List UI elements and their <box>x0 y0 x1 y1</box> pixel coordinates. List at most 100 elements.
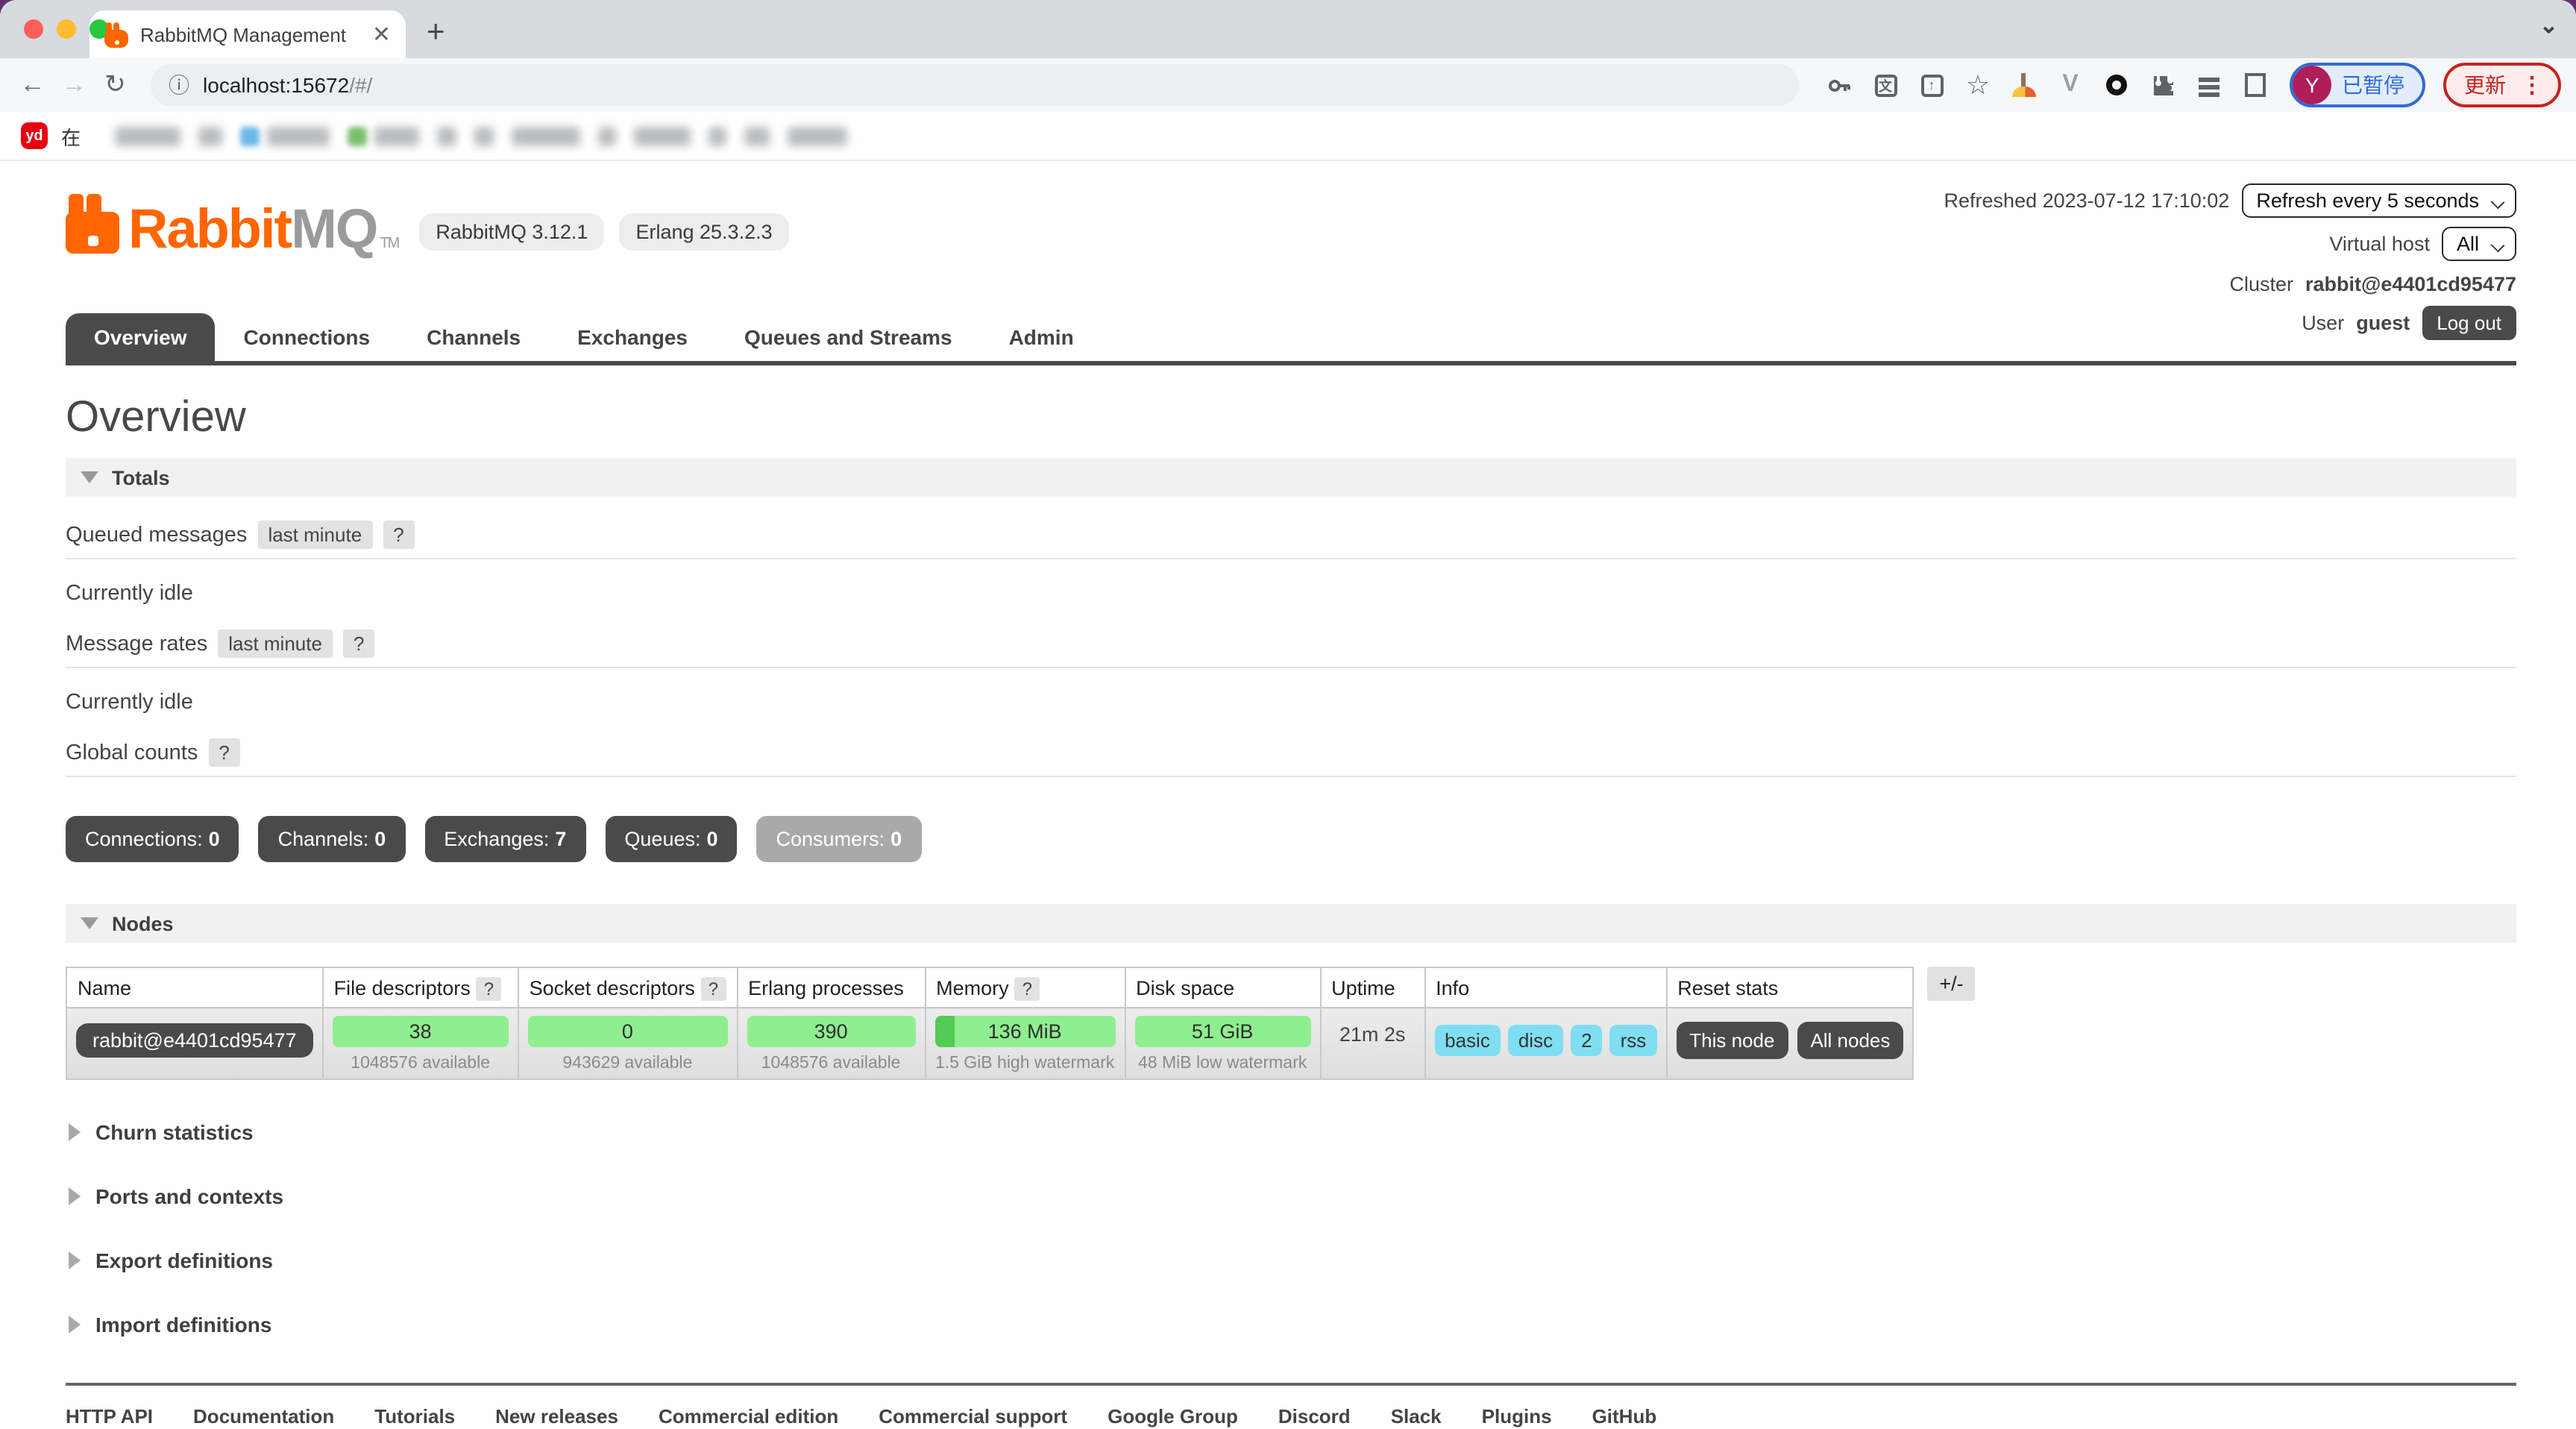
redacted-bookmark[interactable] <box>634 126 691 145</box>
help-icon[interactable]: ? <box>208 738 239 767</box>
close-window-icon[interactable] <box>24 19 43 39</box>
ring-extension-icon[interactable] <box>2103 72 2130 98</box>
tab-overview[interactable]: Overview <box>66 313 216 361</box>
help-icon[interactable]: ? <box>343 629 374 658</box>
redacted-bookmark[interactable] <box>437 126 456 145</box>
minimize-window-icon[interactable] <box>57 19 76 39</box>
tree-extension-icon[interactable] <box>2011 72 2038 98</box>
footer-link-commercial-support[interactable]: Commercial support <box>879 1405 1067 1428</box>
info-badge-basic[interactable]: basic <box>1434 1025 1501 1056</box>
tab-close-icon[interactable]: ✕ <box>372 21 391 48</box>
sync-paused-badge: 已暂停 <box>2342 70 2404 100</box>
bookmark-label[interactable]: 在 <box>61 122 81 150</box>
menu-dots-icon[interactable]: ⋮ <box>2521 72 2543 98</box>
queues-count-button[interactable]: Queues:0 <box>605 816 737 862</box>
info-badge-disc[interactable]: disc <box>1508 1025 1563 1056</box>
redacted-bookmark-label <box>788 126 847 145</box>
rabbitmq-logo[interactable]: RabbitMQTM <box>66 194 398 254</box>
footer-link-tutorials[interactable]: Tutorials <box>374 1405 455 1428</box>
share-icon[interactable]: ↑ <box>1918 72 1945 98</box>
tab-exchanges[interactable]: Exchanges <box>549 313 716 361</box>
footer-link-google-group[interactable]: Google Group <box>1108 1405 1238 1428</box>
playlist-extension-icon[interactable] <box>2196 72 2222 98</box>
col-info: Info <box>1424 967 1666 1008</box>
footer-link-documentation[interactable]: Documentation <box>193 1405 334 1428</box>
browser-tab[interactable]: RabbitMQ Management ✕ <box>89 10 406 58</box>
chevron-down-icon <box>2491 195 2505 209</box>
vue-devtools-extension-icon[interactable]: V <box>2057 72 2084 98</box>
rates-idle-status: Currently idle <box>66 691 2516 714</box>
bookmark-favicon <box>348 126 367 145</box>
expand-triangle-icon <box>69 1123 81 1141</box>
redacted-bookmark-label <box>709 126 726 145</box>
refresh-interval-select[interactable]: Refresh every 5 seconds <box>2241 183 2516 217</box>
redacted-bookmark[interactable] <box>788 126 847 145</box>
column-selector-button[interactable]: +/- <box>1927 967 1975 1001</box>
reset-this-node-button[interactable]: This node <box>1676 1022 1788 1059</box>
bookmark-star-icon[interactable]: ☆ <box>1964 72 1991 98</box>
tab-search-chevron-icon[interactable]: ⌄ <box>2539 12 2558 39</box>
ports-and-contexts-section[interactable]: Ports and contexts <box>69 1184 2516 1208</box>
address-bar[interactable]: ⓘ localhost:15672/#/ <box>151 64 1799 106</box>
redacted-bookmark[interactable] <box>744 126 770 145</box>
footer-link-github[interactable]: GitHub <box>1592 1405 1657 1428</box>
nodes-section-header[interactable]: Nodes <box>66 904 2516 943</box>
redacted-bookmark[interactable] <box>512 126 580 145</box>
logout-button[interactable]: Log out <box>2422 305 2516 339</box>
footer-link-discord[interactable]: Discord <box>1278 1405 1351 1428</box>
reset-all-nodes-button[interactable]: All nodes <box>1797 1022 1903 1059</box>
redacted-bookmark[interactable] <box>598 126 616 145</box>
footer-links: HTTP API Documentation Tutorials New rel… <box>66 1383 2516 1428</box>
totals-section-header[interactable]: Totals <box>66 458 2516 497</box>
tab-queues-and-streams[interactable]: Queues and Streams <box>716 313 981 361</box>
period-chip[interactable]: last minute <box>257 521 372 549</box>
info-badge-rss[interactable]: rss <box>1610 1025 1657 1056</box>
help-icon[interactable]: ? <box>1015 976 1040 1000</box>
translate-icon[interactable]: 文 <box>1872 72 1899 98</box>
footer-link-new-releases[interactable]: New releases <box>495 1405 618 1428</box>
url-text[interactable]: localhost:15672/#/ <box>203 73 372 97</box>
footer-link-commercial-edition[interactable]: Commercial edition <box>659 1405 838 1428</box>
info-badge-2[interactable]: 2 <box>1571 1025 1602 1056</box>
browser-window: RabbitMQ Management ✕ + ⌄ ← → ↻ ⓘ localh… <box>0 0 2576 1429</box>
redacted-bookmark[interactable] <box>709 126 726 145</box>
redacted-bookmark[interactable] <box>474 126 494 145</box>
redacted-bookmark[interactable] <box>198 126 222 145</box>
tab-channels[interactable]: Channels <box>398 313 549 361</box>
sidebar-extension-icon[interactable] <box>2242 72 2269 98</box>
churn-statistics-section[interactable]: Churn statistics <box>69 1120 2516 1144</box>
node-name[interactable]: rabbit@e4401cd95477 <box>76 1023 313 1058</box>
avatar: Y <box>2293 66 2331 104</box>
help-icon[interactable]: ? <box>383 521 414 549</box>
site-info-icon[interactable]: ⓘ <box>169 70 189 100</box>
col-reset-stats: Reset stats <box>1666 967 1913 1008</box>
back-icon[interactable]: ← <box>15 70 50 100</box>
window-controls <box>24 19 109 39</box>
help-icon[interactable]: ? <box>477 976 501 1000</box>
footer-link-http-api[interactable]: HTTP API <box>66 1405 153 1428</box>
rabbitmq-logo-icon <box>66 194 119 254</box>
redacted-bookmark[interactable] <box>240 126 330 145</box>
exchanges-count-button[interactable]: Exchanges:7 <box>424 816 585 862</box>
virtual-host-select[interactable]: All <box>2442 226 2516 260</box>
tab-connections[interactable]: Connections <box>216 313 399 361</box>
footer-link-slack[interactable]: Slack <box>1391 1405 1442 1428</box>
new-tab-icon[interactable]: + <box>427 15 445 51</box>
profile-chip[interactable]: Y 已暂停 <box>2290 63 2425 107</box>
redacted-bookmark[interactable] <box>115 126 180 145</box>
import-definitions-section[interactable]: Import definitions <box>69 1313 2516 1337</box>
tab-admin[interactable]: Admin <box>981 313 1102 361</box>
yd-favicon: yd <box>21 122 48 149</box>
help-icon[interactable]: ? <box>701 976 726 1000</box>
redacted-bookmark[interactable] <box>348 126 419 145</box>
queued-messages-row: Queued messages last minute ? <box>66 521 2516 559</box>
reload-icon[interactable]: ↻ <box>98 70 133 100</box>
period-chip[interactable]: last minute <box>218 629 333 658</box>
password-key-icon[interactable] <box>1826 72 1853 98</box>
extensions-puzzle-icon[interactable] <box>2149 72 2176 98</box>
footer-link-plugins[interactable]: Plugins <box>1482 1405 1552 1428</box>
channels-count-button[interactable]: Channels:0 <box>259 816 406 862</box>
connections-count-button[interactable]: Connections:0 <box>66 816 239 862</box>
export-definitions-section[interactable]: Export definitions <box>69 1249 2516 1272</box>
update-button[interactable]: 更新 ⋮ <box>2443 63 2561 107</box>
